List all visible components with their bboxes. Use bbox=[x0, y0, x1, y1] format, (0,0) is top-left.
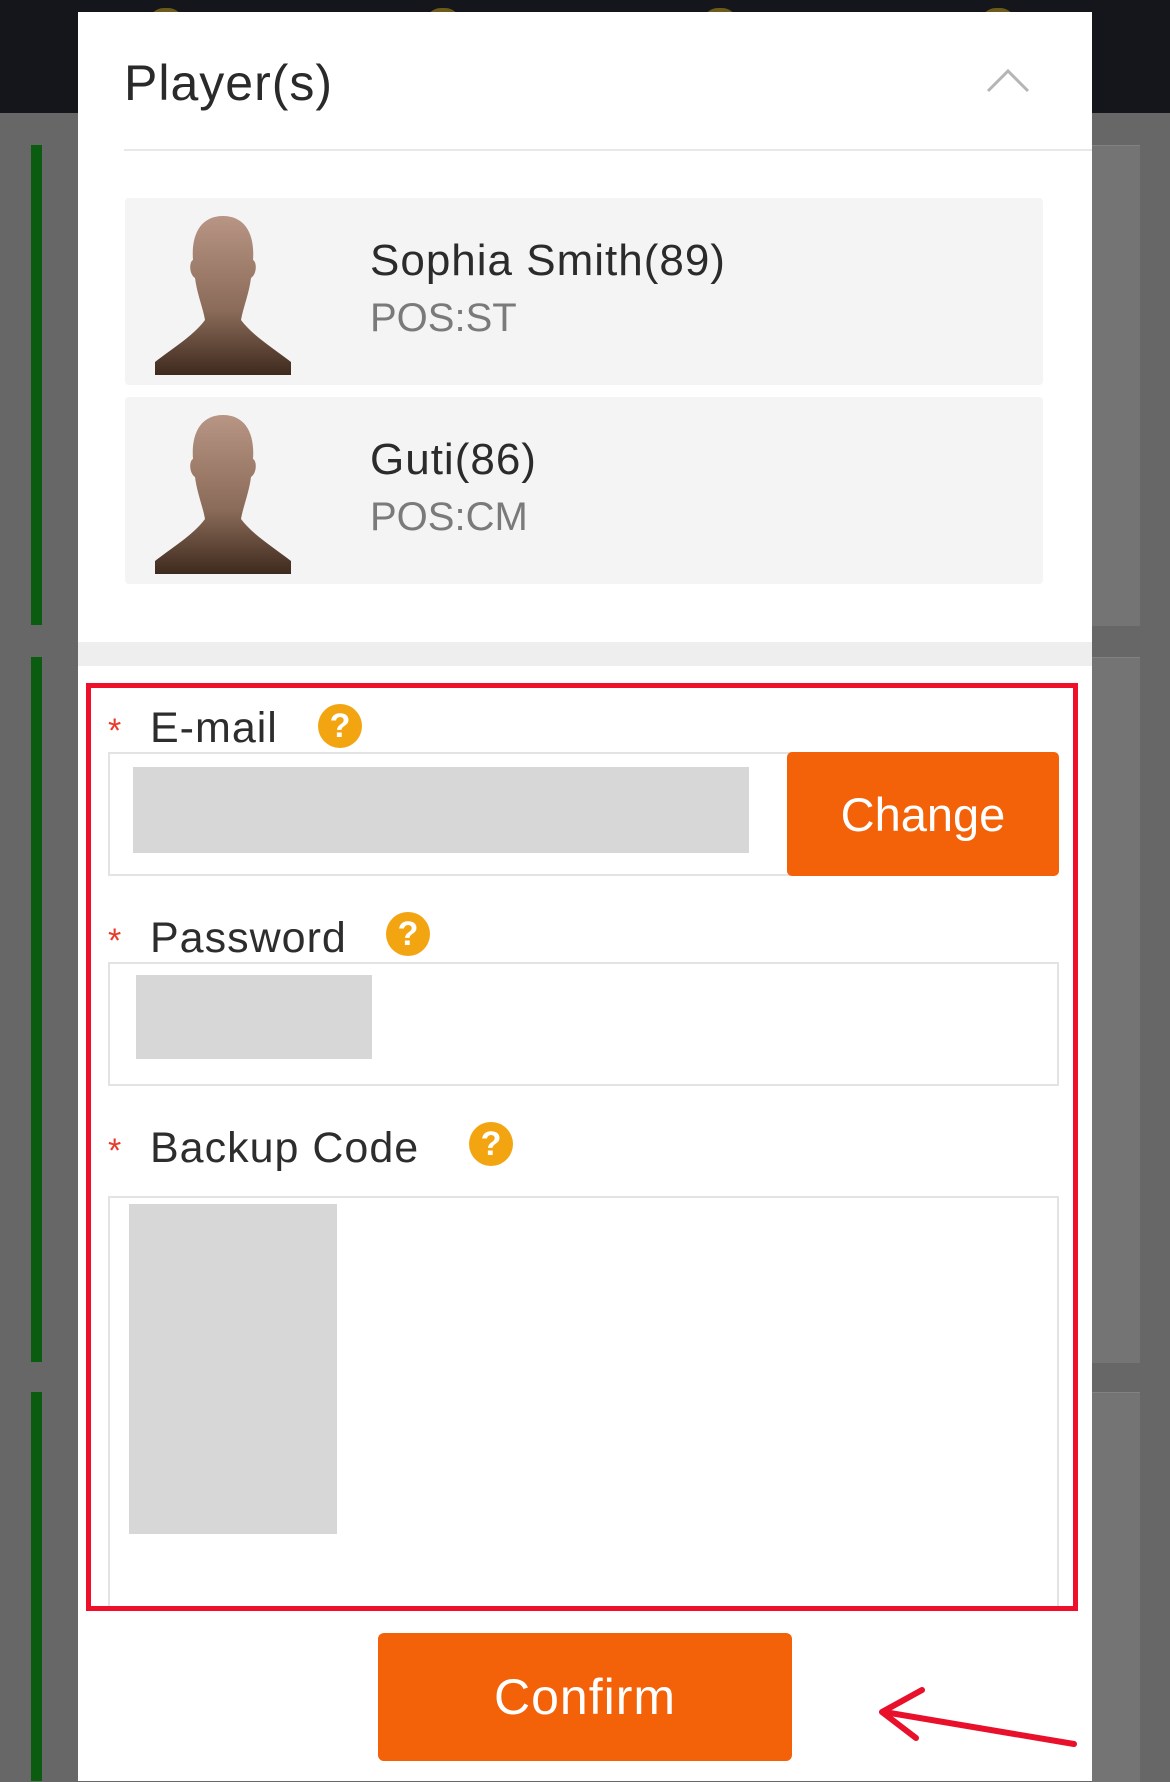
background-accent-bar bbox=[31, 1392, 42, 1781]
header-divider bbox=[124, 149, 1092, 151]
background-accent-bar bbox=[31, 657, 42, 1362]
confirm-button[interactable]: Confirm bbox=[378, 1633, 792, 1761]
highlight-frame bbox=[86, 683, 1078, 1611]
modal-title: Player(s) bbox=[124, 55, 334, 111]
section-divider bbox=[78, 642, 1092, 666]
player-position: POS:ST bbox=[370, 296, 517, 340]
player-silhouette-icon bbox=[155, 415, 291, 574]
player-card[interactable]: Sophia Smith(89) POS:ST bbox=[125, 198, 1043, 385]
background-card bbox=[1092, 145, 1140, 626]
background-card bbox=[1092, 1392, 1140, 1782]
chevron-up-icon[interactable] bbox=[986, 64, 1030, 94]
player-card[interactable]: Guti(86) POS:CM bbox=[125, 397, 1043, 584]
player-silhouette-icon bbox=[155, 216, 291, 375]
player-name: Sophia Smith(89) bbox=[370, 236, 726, 285]
background-card bbox=[1092, 657, 1140, 1363]
player-modal: Player(s) Sophia Smith(89) POS:ST Guti(8… bbox=[78, 12, 1092, 1781]
modal-header: Player(s) bbox=[78, 12, 1092, 151]
player-position: POS:CM bbox=[370, 495, 528, 539]
background-accent-bar bbox=[31, 145, 42, 625]
pointer-arrow-icon bbox=[879, 1687, 1077, 1747]
player-name: Guti(86) bbox=[370, 435, 537, 484]
